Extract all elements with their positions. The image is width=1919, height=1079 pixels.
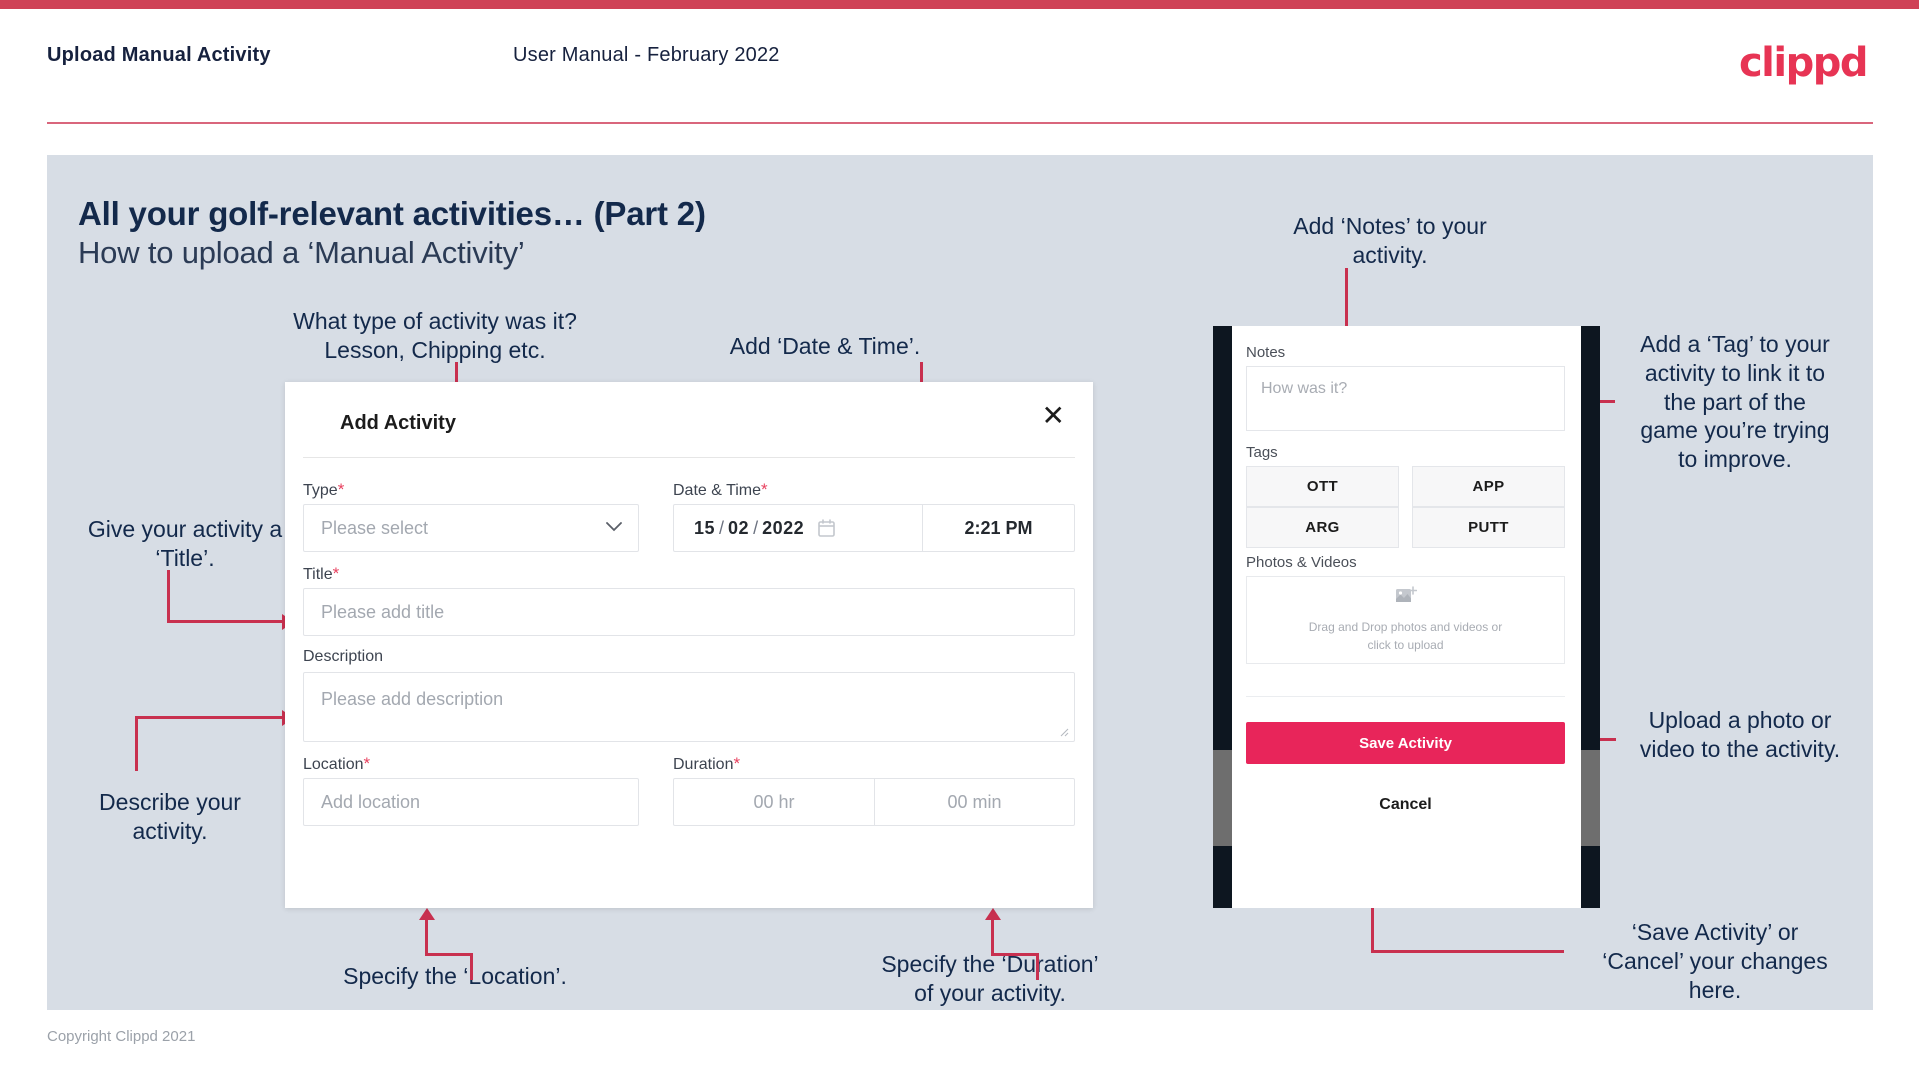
date-day[interactable]: 15: [674, 518, 715, 539]
tag-button-arg[interactable]: ARG: [1246, 507, 1399, 548]
type-select[interactable]: Please select: [303, 504, 639, 552]
header-divider: [47, 122, 1873, 124]
type-placeholder: Please select: [321, 517, 429, 538]
datetime-field[interactable]: 15 / 02 / 2022 2:21 PM: [673, 504, 1075, 552]
top-accent-bar: [0, 0, 1919, 9]
upload-hint: Drag and Drop photos and videos or click…: [1308, 620, 1503, 652]
annotation-tags: Add a ‘Tag’ to your activity to link it …: [1640, 331, 1830, 472]
time-value[interactable]: 2:21 PM: [922, 505, 1074, 551]
chevron-down-icon: [606, 517, 622, 537]
notes-label: Notes: [1246, 344, 1286, 361]
connector-duration-v1: [991, 920, 994, 956]
connector-description-v: [135, 718, 138, 771]
date-year[interactable]: 2022: [762, 518, 804, 539]
close-icon[interactable]: ✕: [1042, 402, 1065, 430]
title-input[interactable]: Please add title: [303, 588, 1075, 636]
calendar-icon[interactable]: [818, 519, 835, 537]
duration-hours[interactable]: 00 hr: [674, 779, 874, 825]
connector-location-v1: [425, 920, 428, 956]
dialog-title: Add Activity: [340, 412, 456, 434]
add-image-icon: [1395, 586, 1417, 611]
connector-duration-h: [991, 953, 1039, 956]
clippd-logo: clippd: [1738, 40, 1869, 86]
notes-placeholder: How was it?: [1261, 380, 1348, 397]
location-placeholder: Add location: [321, 791, 421, 812]
connector-location-h: [425, 953, 473, 956]
datetime-label: Date & Time*: [673, 480, 768, 499]
connector-location-v2: [470, 953, 473, 980]
slide-heading: All your golf-relevant activities… (Part…: [78, 195, 706, 232]
connector-title-v: [167, 570, 170, 622]
cancel-button[interactable]: Cancel: [1246, 796, 1565, 814]
phone-screen: Notes How was it? Tags OTT APP ARG PUTT …: [1232, 326, 1581, 908]
phone-bezel-left: [1213, 326, 1232, 908]
duration-minutes[interactable]: 00 min: [874, 779, 1074, 825]
phone-bezel-left-grey: [1213, 750, 1232, 846]
annotation-upload: Upload a photo or video to the activity.: [1639, 707, 1841, 762]
title-placeholder: Please add title: [321, 601, 445, 622]
connector-title-h: [167, 620, 285, 623]
phone-bezel-right-grey: [1581, 750, 1600, 846]
location-label: Location*: [303, 754, 371, 773]
connector-location-arrow: [419, 908, 435, 920]
location-input[interactable]: Add location: [303, 778, 639, 826]
duration-label: Duration*: [673, 754, 741, 773]
annotation-title: Give your activity a ‘Title’.: [87, 516, 283, 571]
annotation-location: Specify the ‘Location’.: [343, 963, 567, 989]
tags-label: Tags: [1246, 444, 1278, 461]
connector-description-h: [135, 716, 285, 719]
tag-button-putt[interactable]: PUTT: [1412, 507, 1565, 548]
connector-duration-arrow: [985, 908, 1001, 920]
phone-bezel-right: [1581, 326, 1600, 908]
upload-dropzone[interactable]: Drag and Drop photos and videos or click…: [1246, 576, 1565, 664]
type-label: Type*: [303, 480, 345, 499]
date-month[interactable]: 02: [728, 518, 749, 539]
description-label: Description: [303, 648, 384, 665]
tag-button-app[interactable]: APP: [1412, 466, 1565, 507]
duration-field: 00 hr 00 min: [673, 778, 1075, 826]
description-placeholder: Please add description: [321, 689, 504, 709]
dialog-divider: [303, 457, 1075, 458]
annotation-description: Describe your activity.: [99, 789, 241, 844]
add-activity-dialog: Add Activity ✕ Type* Please select Date …: [285, 382, 1093, 908]
phone-mockup: Notes How was it? Tags OTT APP ARG PUTT …: [1213, 326, 1600, 908]
connector-save-h: [1371, 950, 1564, 953]
notes-input[interactable]: How was it?: [1246, 366, 1565, 431]
connector-duration-v2: [1036, 953, 1039, 980]
date-sep-1: /: [719, 517, 725, 538]
page-title: Upload Manual Activity: [47, 44, 271, 66]
footer-copyright: Copyright Clippd 2021: [47, 1028, 196, 1045]
annotation-save-cancel: ‘Save Activity’ or ‘Cancel’ your changes…: [1602, 919, 1828, 1003]
annotation-notes: Add ‘Notes’ to your activity.: [1293, 213, 1487, 268]
phone-divider: [1246, 696, 1565, 697]
photos-label: Photos & Videos: [1246, 554, 1357, 571]
slide-root: Upload Manual Activity User Manual - Feb…: [0, 0, 1919, 1079]
tag-button-ott[interactable]: OTT: [1246, 466, 1399, 507]
slide-subheading: How to upload a ‘Manual Activity’: [78, 235, 525, 270]
annotation-type: What type of activity was it? Lesson, Ch…: [293, 308, 577, 363]
page-subtitle: User Manual - February 2022: [513, 44, 780, 66]
description-textarea[interactable]: Please add description: [303, 672, 1075, 742]
date-sep-2: /: [753, 517, 759, 538]
annotation-datetime: Add ‘Date & Time’.: [729, 333, 921, 359]
annotation-duration: Specify the ‘Duration’ of your activity.: [881, 951, 1099, 1006]
save-activity-button[interactable]: Save Activity: [1246, 722, 1565, 764]
resize-grip-icon[interactable]: [1059, 727, 1071, 739]
title-label: Title*: [303, 564, 340, 583]
